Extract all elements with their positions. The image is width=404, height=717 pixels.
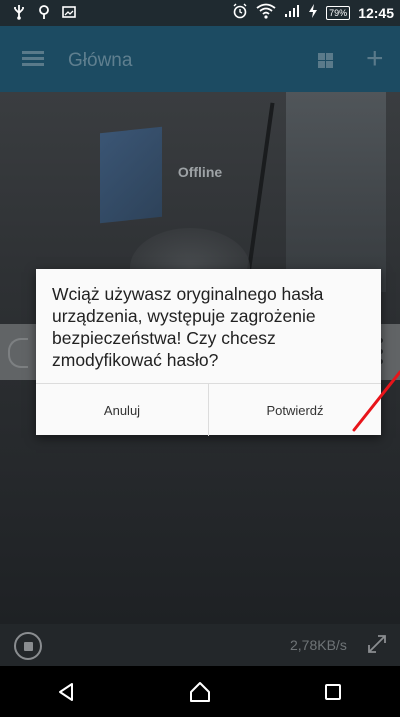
signal-icon <box>284 4 300 22</box>
cancel-button[interactable]: Anuluj <box>36 384 208 436</box>
menu-icon[interactable] <box>22 51 44 67</box>
location-icon <box>38 4 50 24</box>
camera-image-detail <box>286 92 386 292</box>
navigation-bar <box>0 666 400 717</box>
password-warning-dialog: Wciąż używasz oryginalnego hasła urządze… <box>36 269 381 436</box>
dialog-message: Wciąż używasz oryginalnego hasła urządze… <box>52 284 324 370</box>
dialog-button-row: Anuluj Potwierdź <box>36 383 381 436</box>
app-bar: Główna + <box>0 26 400 92</box>
clock: 12:45 <box>358 5 394 21</box>
alarm-icon <box>232 3 248 23</box>
offline-status-label: Offline <box>177 164 223 180</box>
page-title: Główna <box>68 50 133 71</box>
battery-indicator: 79% <box>326 6 351 20</box>
status-right: 79% 12:45 <box>232 3 394 23</box>
fullscreen-icon[interactable] <box>366 633 388 655</box>
image-icon <box>62 5 76 23</box>
stop-recording-button[interactable] <box>14 632 42 660</box>
add-device-icon[interactable]: + <box>366 44 384 74</box>
status-bar: 79% 12:45 <box>0 0 400 26</box>
home-icon[interactable] <box>180 672 220 712</box>
stream-speed: 2,78KB/s <box>290 637 347 653</box>
wifi-icon <box>256 3 276 23</box>
recent-apps-icon[interactable] <box>313 672 353 712</box>
usb-icon <box>12 4 26 24</box>
status-left <box>12 4 76 24</box>
camera-image-detail <box>245 102 275 282</box>
screen: 79% 12:45 Główna + Offline Wciąż używasz… <box>0 0 400 717</box>
back-icon[interactable] <box>47 672 87 712</box>
grid-view-icon[interactable] <box>318 53 333 68</box>
camera-toolbar: 2,78KB/s <box>0 624 400 666</box>
annotation-arrow-icon <box>352 370 400 432</box>
charging-icon <box>308 3 318 23</box>
camera-strip-left-icon <box>8 338 28 368</box>
